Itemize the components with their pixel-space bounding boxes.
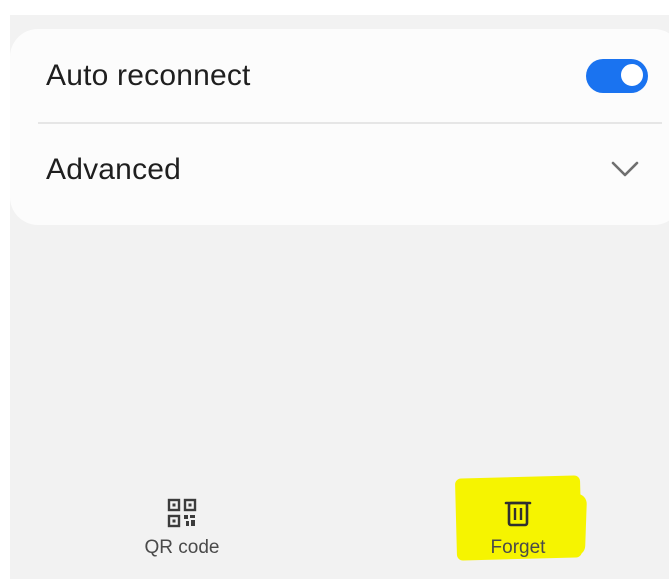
auto-reconnect-row[interactable]: Auto reconnect bbox=[10, 29, 669, 123]
chevron-down-icon bbox=[611, 161, 639, 177]
forget-button[interactable]: Forget bbox=[438, 485, 598, 579]
qr-code-button[interactable]: QR code bbox=[102, 485, 262, 579]
advanced-row[interactable]: Advanced bbox=[10, 123, 669, 217]
auto-reconnect-toggle[interactable] bbox=[586, 59, 648, 93]
trash-icon bbox=[504, 501, 532, 527]
settings-card: Auto reconnect Advanced bbox=[10, 29, 669, 225]
auto-reconnect-label: Auto reconnect bbox=[46, 59, 251, 92]
bottom-action-bar: QR code Forget bbox=[10, 485, 669, 579]
qr-code-label: QR code bbox=[144, 537, 220, 558]
toggle-knob bbox=[619, 62, 645, 88]
forget-label: Forget bbox=[490, 537, 546, 558]
advanced-label: Advanced bbox=[46, 153, 182, 186]
qr-code-icon bbox=[167, 498, 197, 528]
